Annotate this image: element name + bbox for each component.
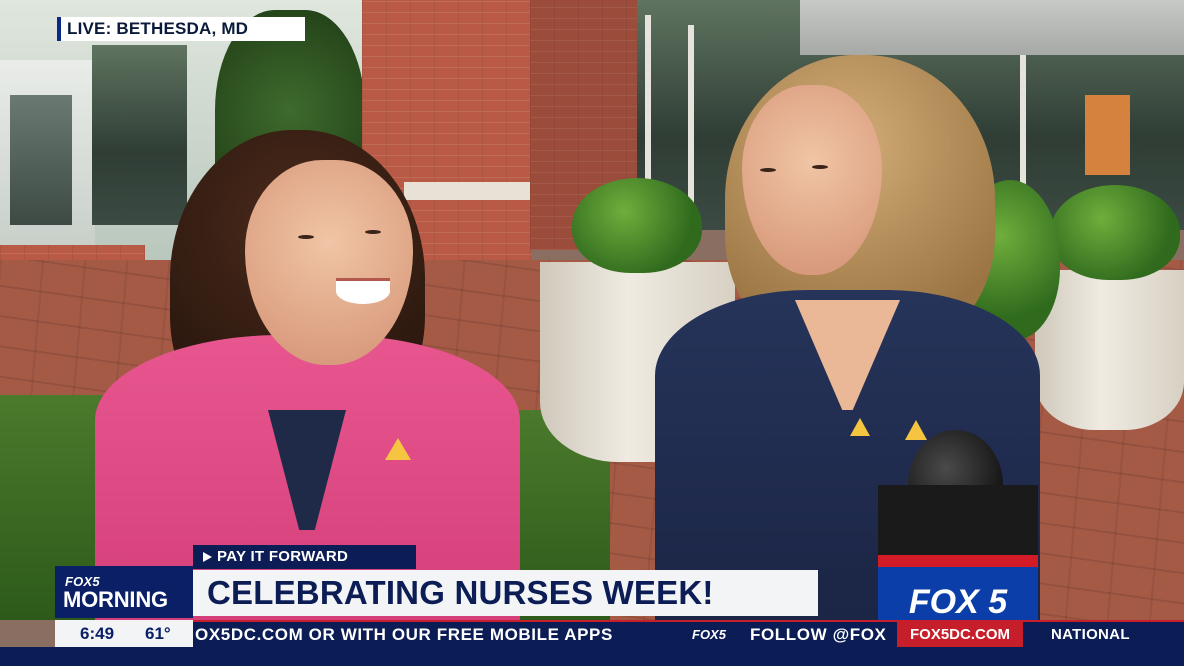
mullion bbox=[1020, 40, 1026, 190]
door-glass bbox=[10, 95, 72, 225]
shrub-right bbox=[1050, 185, 1180, 280]
canopy bbox=[800, 0, 1184, 55]
eye bbox=[298, 235, 314, 239]
show-logo: FOX5 MORNING bbox=[55, 566, 193, 618]
mic-flag-label: FOX 5 bbox=[878, 567, 1038, 620]
eye bbox=[812, 165, 828, 169]
smile bbox=[336, 278, 390, 304]
ticker-station-mark: FOX5 bbox=[692, 627, 726, 642]
ticker-section: NATIONAL bbox=[1051, 626, 1130, 643]
planter-right bbox=[1035, 270, 1184, 430]
news-ticker: OX5DC.COM OR WITH OUR FREE MOBILE APPS F… bbox=[193, 620, 1184, 647]
ticker-follow: FOLLOW @FOX bbox=[750, 625, 887, 644]
ticker-message: OX5DC.COM OR WITH OUR FREE MOBILE APPS bbox=[195, 625, 613, 644]
mic-flag-stripe bbox=[878, 555, 1038, 567]
live-location-tag: LIVE: BETHESDA, MD bbox=[57, 17, 305, 41]
eye bbox=[365, 230, 381, 234]
ticker-url: FOX5DC.COM bbox=[897, 622, 1023, 647]
clock-time: 6:49 bbox=[80, 624, 115, 643]
window-left bbox=[92, 45, 187, 225]
logo-show-name: MORNING bbox=[63, 587, 168, 612]
temperature: 61° bbox=[145, 624, 171, 643]
clock-weather: 6:49 61° bbox=[55, 620, 193, 647]
segment-kicker: PAY IT FORWARD bbox=[193, 545, 416, 569]
broadcast-frame: FOX 5 LIVE: BETHESDA, MD PAY IT FORWARD … bbox=[0, 0, 1184, 666]
eye bbox=[760, 168, 776, 172]
bottom-bar bbox=[0, 647, 1184, 666]
shrub-center bbox=[572, 178, 702, 273]
segment-headline: CELEBRATING NURSES WEEK! bbox=[193, 570, 818, 616]
orange-panel bbox=[1085, 95, 1130, 175]
